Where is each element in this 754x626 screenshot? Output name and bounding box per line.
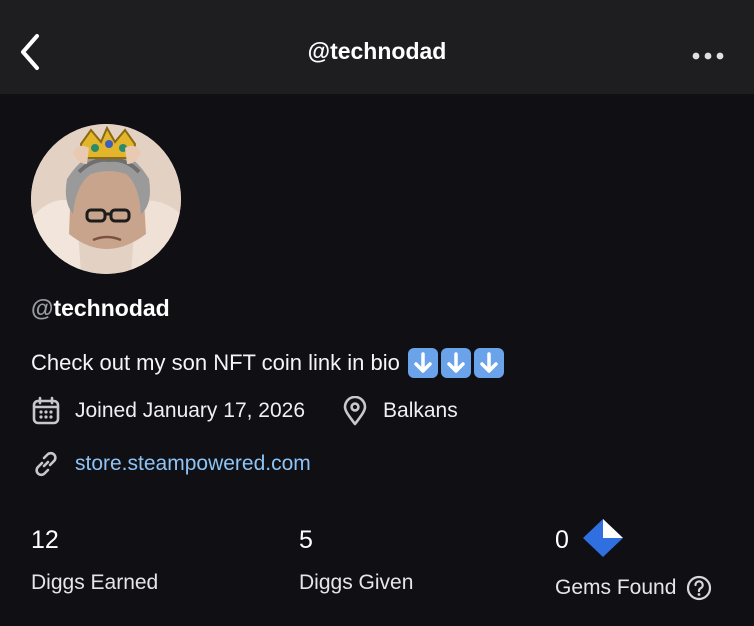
location-text: Balkans (383, 399, 458, 422)
bio: Check out my son NFT coin link in bio (31, 348, 504, 378)
stat-label: Diggs Earned (31, 571, 159, 594)
top-bar: @technodad (0, 0, 754, 94)
stat-value: 0 (555, 525, 569, 554)
stat-value: 5 (299, 525, 313, 554)
handle-at-symbol: @ (31, 295, 54, 321)
page-title: @technodad (307, 38, 447, 64)
handle-name: technodad (53, 295, 170, 321)
more-options-button[interactable] (690, 46, 726, 66)
stat-label: Gems Found (555, 576, 677, 599)
bio-text: Check out my son NFT coin link in bio (31, 350, 400, 375)
link-icon (35, 451, 57, 477)
joined-text: Joined January 17, 2026 (75, 399, 306, 422)
stat-value: 12 (31, 525, 59, 554)
profile-link[interactable]: store.steampowered.com (31, 448, 311, 480)
stat-diggs-earned: 12 Diggs Earned (31, 525, 158, 595)
ellipsis-icon (692, 52, 724, 60)
stat-gems-found: 0 Gems Found (555, 519, 712, 601)
down-arrow-emoji (407, 348, 504, 378)
gem-icon (582, 519, 623, 557)
stat-value-row: 0 (555, 519, 712, 557)
location-pin-icon (343, 396, 367, 426)
avatar[interactable] (31, 124, 181, 274)
location: Balkans (341, 396, 458, 426)
calendar-icon (32, 396, 60, 425)
profile-handle: @technodad (31, 295, 170, 322)
stat-label-row: Gems Found (555, 575, 712, 601)
stat-diggs-given: 5 Diggs Given (299, 525, 413, 595)
stat-label: Diggs Given (299, 571, 414, 594)
joined-date: Joined January 17, 2026 (31, 396, 305, 426)
profile-meta: Joined January 17, 2026 Balkans (31, 396, 458, 426)
help-icon[interactable] (686, 575, 712, 601)
profile-link-text[interactable]: store.steampowered.com (75, 452, 311, 476)
